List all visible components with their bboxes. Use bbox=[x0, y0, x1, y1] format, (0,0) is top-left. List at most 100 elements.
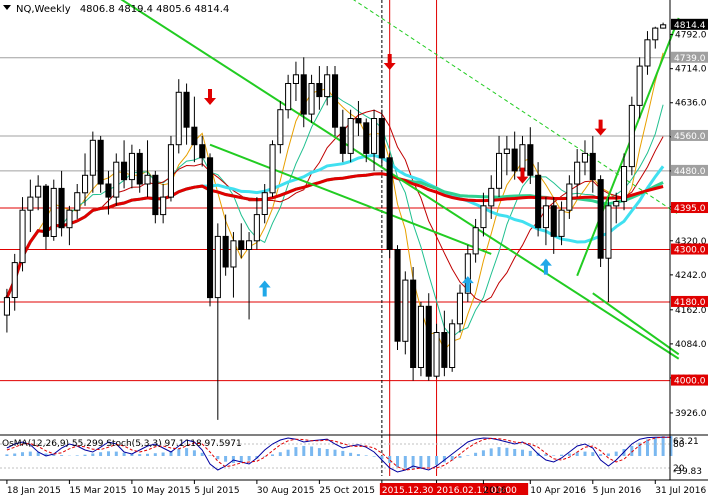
time-tick-label: 30 Aug 2015 bbox=[257, 486, 315, 496]
candle-body bbox=[35, 185, 42, 198]
candle-body bbox=[535, 174, 542, 229]
current-price-label: 4814.4 bbox=[674, 21, 706, 31]
osma-bar bbox=[614, 451, 618, 456]
osma-bar bbox=[185, 448, 189, 456]
candle-body bbox=[167, 144, 174, 198]
osma-bar bbox=[599, 454, 603, 456]
candle-body bbox=[121, 161, 128, 181]
candle[interactable] bbox=[386, 153, 393, 259]
candle-body bbox=[355, 118, 362, 124]
candle-body bbox=[339, 126, 346, 154]
candle-body bbox=[105, 183, 112, 198]
candle-body bbox=[542, 205, 550, 229]
osma-bar bbox=[497, 447, 501, 456]
candle-body bbox=[589, 152, 596, 181]
candle-body bbox=[371, 118, 378, 154]
osma-bar bbox=[575, 452, 579, 456]
candle-body bbox=[488, 187, 495, 207]
candle[interactable] bbox=[394, 245, 401, 350]
symbol-header: NQ,Weekly 4806.8 4819.4 4805.6 4814.4 bbox=[16, 4, 229, 15]
time-tick-label: 5 Jun 2016 bbox=[593, 486, 642, 496]
osma-bar bbox=[466, 455, 470, 456]
candle[interactable] bbox=[50, 179, 57, 241]
candle-body bbox=[644, 39, 651, 67]
candle-body bbox=[42, 185, 50, 237]
osma-bar bbox=[114, 451, 118, 456]
candle[interactable] bbox=[628, 96, 635, 176]
candle-body bbox=[89, 139, 96, 176]
price-tick-label: 4242.0 bbox=[675, 271, 707, 281]
osma-bar bbox=[13, 453, 17, 456]
osma-bar bbox=[325, 449, 329, 456]
candle[interactable] bbox=[97, 135, 104, 193]
candle[interactable] bbox=[425, 293, 432, 381]
price-tick-label: 4792.0 bbox=[675, 31, 707, 41]
osma-bar bbox=[161, 452, 165, 456]
osma-bar bbox=[99, 452, 103, 456]
time-tick-label: 5 Jul 2015 bbox=[194, 486, 239, 496]
level-label: 4480.0 bbox=[674, 167, 706, 177]
candle-body bbox=[253, 214, 260, 242]
candle-body bbox=[27, 196, 34, 211]
candle-body bbox=[58, 187, 65, 229]
candle[interactable] bbox=[269, 140, 276, 198]
candle-body bbox=[214, 235, 221, 299]
candle-body bbox=[292, 74, 299, 85]
osma-bar bbox=[83, 454, 87, 456]
candle[interactable] bbox=[449, 319, 456, 372]
osma-bar bbox=[302, 445, 306, 456]
osma-bar bbox=[481, 450, 485, 456]
candle[interactable] bbox=[207, 153, 214, 307]
level-label: 4739.0 bbox=[674, 54, 706, 64]
candle[interactable] bbox=[167, 135, 174, 202]
candle-body bbox=[558, 209, 565, 237]
candle-body bbox=[636, 65, 643, 106]
candle[interactable] bbox=[464, 245, 471, 302]
candle-body bbox=[613, 201, 620, 207]
candle-body bbox=[363, 122, 370, 154]
osma-bar bbox=[411, 456, 415, 470]
candle-body bbox=[605, 205, 612, 259]
candle-body bbox=[160, 196, 167, 216]
candle-body bbox=[207, 157, 214, 299]
candle-body bbox=[82, 174, 89, 194]
osma-bar bbox=[388, 456, 392, 463]
osma-bar bbox=[419, 456, 423, 469]
candle-body bbox=[550, 205, 557, 237]
time-tick-label: 2015.12.30 bbox=[382, 486, 434, 496]
osma-bar bbox=[435, 456, 439, 465]
candle-body bbox=[527, 144, 534, 176]
osma-bar bbox=[192, 450, 196, 456]
candle-body bbox=[50, 187, 57, 237]
candle-body bbox=[191, 126, 198, 146]
level-label: 4180.0 bbox=[674, 298, 706, 308]
candle[interactable] bbox=[597, 175, 604, 267]
osma-bar bbox=[505, 447, 509, 456]
osma-bar bbox=[333, 449, 337, 456]
candle-body bbox=[316, 83, 323, 98]
osma-bar bbox=[403, 456, 407, 469]
candle-body bbox=[660, 24, 667, 29]
candle[interactable] bbox=[332, 66, 339, 136]
candle-body bbox=[394, 249, 401, 342]
candle-body bbox=[269, 144, 276, 194]
osma-bar bbox=[560, 454, 563, 456]
candle[interactable] bbox=[410, 267, 417, 381]
level-label: 4000.0 bbox=[674, 377, 706, 387]
osma-bar bbox=[146, 453, 149, 456]
candle-body bbox=[285, 83, 292, 111]
candle-body bbox=[230, 240, 237, 268]
osma-bar bbox=[567, 453, 571, 456]
candle-body bbox=[347, 118, 354, 154]
candle[interactable] bbox=[378, 109, 385, 167]
osma-bar bbox=[489, 448, 493, 456]
price-chart[interactable]: OsMA(12,26,9) 55.299 Stoch(5,3,3) 97.111… bbox=[0, 0, 708, 499]
candle[interactable] bbox=[417, 301, 424, 377]
osma-bar bbox=[521, 449, 524, 456]
candle-body bbox=[472, 227, 479, 255]
candle-body bbox=[652, 27, 659, 41]
time-tick-label: 15 Mar 2015 bbox=[69, 486, 126, 496]
osma-bar bbox=[653, 437, 657, 456]
candle-body bbox=[402, 279, 409, 342]
candle-body bbox=[597, 179, 604, 259]
